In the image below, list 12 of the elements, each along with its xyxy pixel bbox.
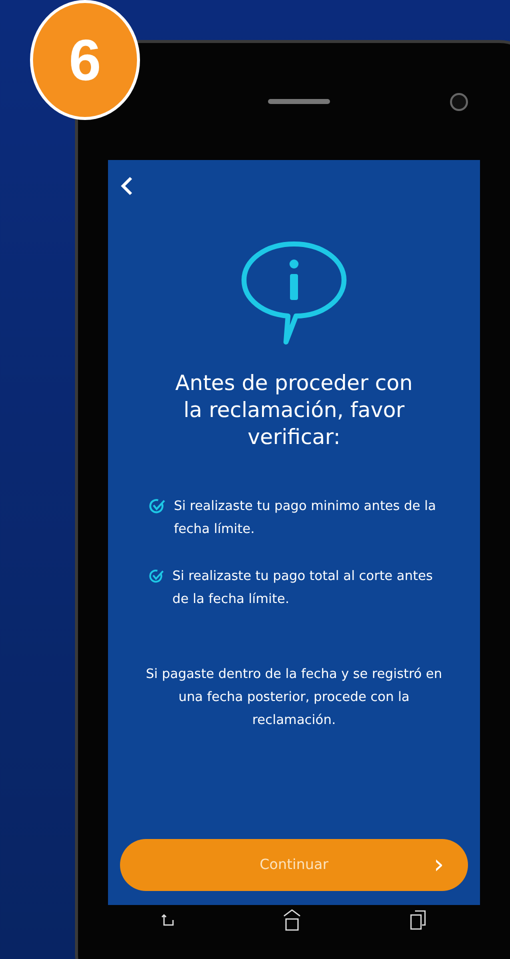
step-badge: 6 [30, 0, 140, 120]
checklist-text: Si realizaste tu pago total al corte antes de la fecha límite. [172, 568, 434, 609]
back-icon[interactable] [120, 176, 134, 196]
checklist-text: Si realizaste tu pago minimo antes de la fecha límite. [174, 498, 437, 539]
note-text: Si pagaste dentro de la fecha y se registró en una fecha posterior, procede con la reclamación. [144, 666, 444, 730]
continue-button[interactable]: Continuar › [120, 839, 468, 891]
speaker-icon [268, 99, 330, 104]
camera-icon [450, 92, 468, 110]
back-nav-icon[interactable] [161, 913, 176, 927]
home-nav-icon[interactable] [282, 909, 302, 931]
screen-title: Antes de proceder con la reclamación, favor verificar: [174, 370, 414, 451]
recent-apps-nav-icon[interactable] [408, 910, 427, 930]
